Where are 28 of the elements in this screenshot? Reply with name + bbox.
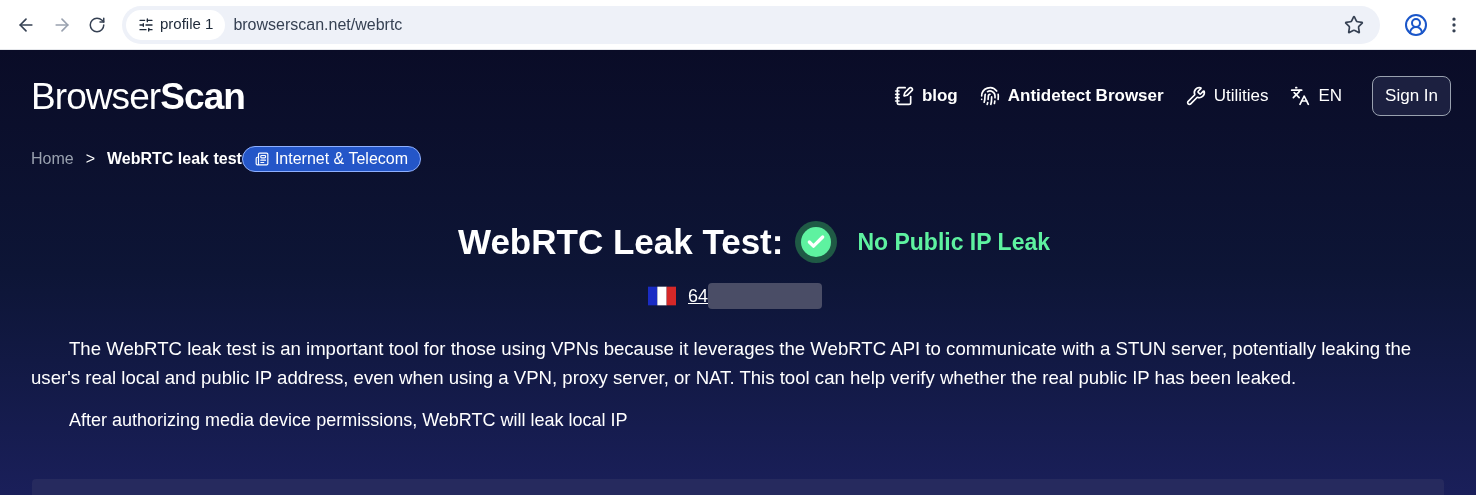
url-text[interactable]: browserscan.net/webrtc — [233, 12, 1336, 37]
notepad-icon — [893, 86, 914, 106]
newspaper-icon — [254, 152, 269, 166]
nav-link[interactable]: EN — [1290, 83, 1343, 109]
reload-icon[interactable] — [88, 15, 106, 34]
profile-chip[interactable]: profile 1 — [126, 9, 226, 40]
breadcrumb-separator: > — [85, 149, 96, 169]
translate-icon — [1290, 86, 1311, 106]
fingerprint-icon — [979, 86, 1000, 106]
sign-in-button[interactable]: Sign In — [1372, 76, 1451, 116]
category-tag[interactable]: Internet & Telecom — [241, 146, 421, 172]
site-logo[interactable]: BrowserScan — [31, 77, 245, 115]
profile-icon[interactable] — [1404, 12, 1428, 37]
breadcrumb-home[interactable]: Home — [31, 147, 74, 171]
breadcrumb-current: WebRTC leak test — [107, 149, 242, 169]
france-flag-icon — [648, 286, 676, 306]
site-settings-icon[interactable] — [138, 16, 154, 33]
nav-link[interactable]: Utilities — [1185, 83, 1269, 109]
page-title: WebRTC Leak Test: — [458, 221, 784, 263]
wrench-icon — [1185, 86, 1206, 106]
nav-link[interactable]: Antidetect Browser — [979, 83, 1164, 109]
address-bar[interactable]: profile 1 browserscan.net/webrtc — [122, 5, 1380, 44]
description-paragraph: The WebRTC leak test is an important tool for those using VPNs because it leverages the WebRTC API to communicate with a STUN server, potentially leaking the user's real local and public IP address, even when using a VPN, proxy server, or NAT. This tool can help verify whether the real public IP has been leaked. — [30, 336, 1413, 390]
permission-note: After authorizing media device permissions, WebRTC will leak local IP — [68, 408, 629, 432]
nav-link[interactable]: blog — [893, 83, 958, 109]
status-text: No Public IP Leak — [857, 228, 1050, 257]
bookmark-star-icon[interactable] — [1344, 14, 1364, 35]
ip-address-link[interactable]: 64 — [688, 282, 708, 310]
